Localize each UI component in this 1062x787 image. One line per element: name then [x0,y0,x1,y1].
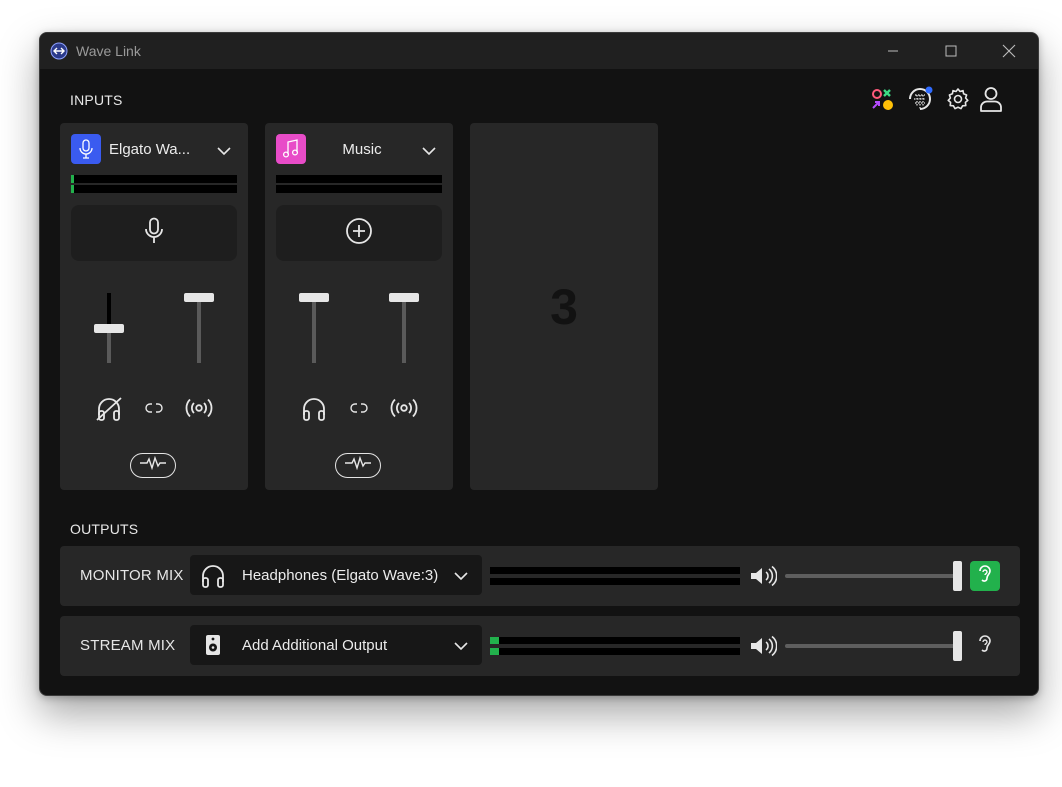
output-device-select[interactable]: Headphones (Elgato Wave:3) [190,555,482,595]
output-device-name: Add Additional Output [242,637,388,654]
close-button[interactable] [980,33,1038,69]
empty-input-slot[interactable]: 3 [470,123,658,490]
waveform-icon [139,455,167,475]
inputs-heading: INPUTS [70,92,123,108]
music-note-icon [276,134,306,164]
chevron-down-icon [422,143,436,161]
input-channel-music: Music [265,123,453,490]
effects-button[interactable] [130,453,176,478]
output-device-name: Headphones (Elgato Wave:3) [242,567,439,584]
broadcast-icon[interactable] [184,393,214,423]
monitor-volume-fader[interactable] [299,293,329,365]
add-circle-icon [345,217,373,250]
listen-toggle-button[interactable] [970,561,1000,591]
input-source-name: Elgato Wa... [109,141,191,158]
output-device-select[interactable]: Add Additional Output [190,625,482,665]
input-level-meter [71,175,237,193]
chevron-down-icon [454,568,468,586]
monitor-volume-slider[interactable] [785,561,965,591]
ear-icon [976,634,994,659]
app-window: Wave Link INPUTS Elgato Wa... Music 3 OU… [39,32,1039,696]
mix-label: STREAM MIX [80,637,176,654]
effects-button[interactable] [335,453,381,478]
output-level-meter [490,567,740,585]
chevron-down-icon [454,638,468,656]
minimize-button[interactable] [864,33,922,69]
maximize-button[interactable] [922,33,980,69]
add-source-button[interactable] [276,205,442,261]
ear-icon [976,564,994,589]
monitor-volume-fader[interactable] [94,293,124,365]
slot-number: 3 [550,278,578,335]
headphones-icon[interactable] [299,393,329,423]
channel-routing-row [265,393,453,423]
outputs-heading: OUTPUTS [70,521,139,537]
speaker-volume-icon[interactable] [748,563,778,589]
microphone-icon [71,134,101,164]
account-icon[interactable] [977,85,1005,113]
input-level-meter [276,175,442,193]
update-icon[interactable] [906,85,934,113]
marketplace-icon[interactable] [868,85,896,113]
input-source-name: Music [342,141,382,158]
input-source-select[interactable]: Music [276,134,442,164]
chevron-down-icon [217,143,231,161]
input-source-select[interactable]: Elgato Wa... [71,134,237,164]
stream-volume-fader[interactable] [389,293,419,365]
speaker-icon [198,631,228,659]
headphones-muted-icon[interactable] [94,393,124,423]
monitor-mix-row: MONITOR MIX Headphones (Elgato Wave:3) [60,546,1020,606]
settings-icon[interactable] [944,85,972,113]
broadcast-icon[interactable] [389,393,419,423]
listen-toggle-button[interactable] [970,631,1000,661]
output-level-meter [490,637,740,655]
title-bar[interactable]: Wave Link [40,33,1038,69]
stream-mix-row: STREAM MIX Add Additional Output [60,616,1020,676]
speaker-volume-icon[interactable] [748,633,778,659]
mix-label: MONITOR MIX [80,567,184,584]
headphones-icon [198,561,228,589]
input-channel-elgato: Elgato Wa... [60,123,248,490]
toolbar [866,85,1006,115]
link-icon[interactable] [344,393,374,423]
mute-microphone-button[interactable] [71,205,237,261]
waveform-icon [344,455,372,475]
channel-routing-row [60,393,248,423]
stream-volume-slider[interactable] [785,631,965,661]
wave-link-logo-icon [50,42,68,60]
link-icon[interactable] [139,393,169,423]
window-title: Wave Link [76,43,141,59]
microphone-icon [144,217,164,250]
stream-volume-fader[interactable] [184,293,214,365]
